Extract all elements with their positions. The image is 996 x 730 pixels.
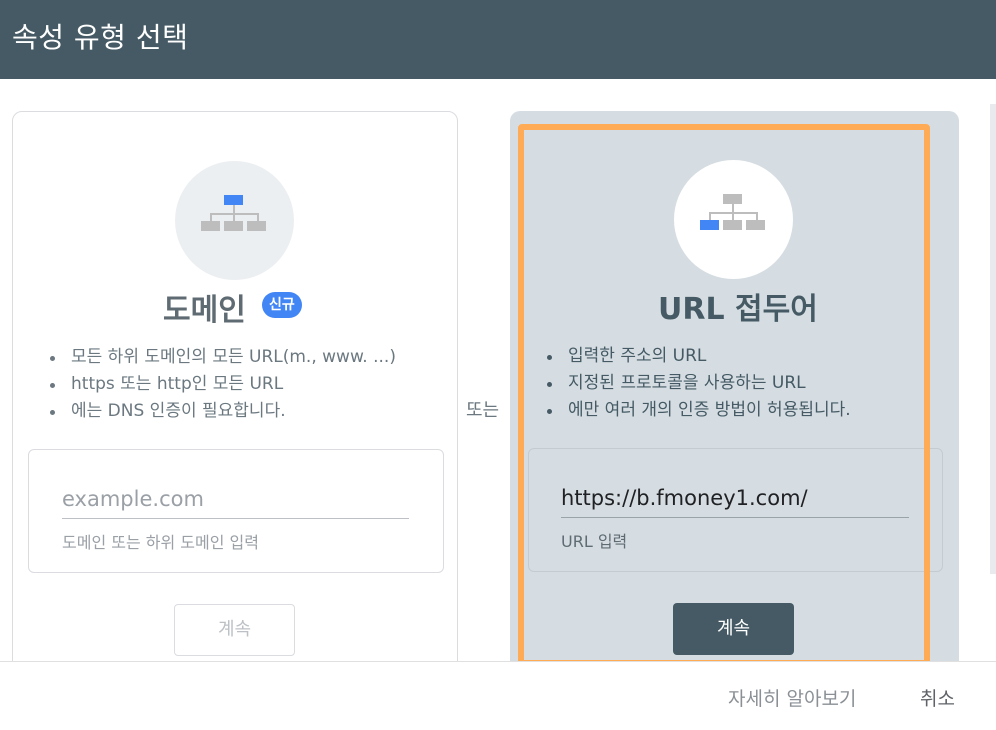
url-continue-button[interactable]: 계속 <box>673 603 794 655</box>
dialog-footer: 자세히 알아보기 취소 <box>0 661 996 730</box>
scrollbar[interactable] <box>990 104 996 574</box>
sitemap-icon <box>700 194 765 230</box>
list-item: https 또는 http인 모든 URL <box>45 371 396 398</box>
sitemap-icon <box>201 195 266 231</box>
domain-input[interactable]: example.com <box>62 484 409 519</box>
domain-input-hint: 도메인 또는 하위 도메인 입력 <box>62 533 259 552</box>
domain-card-title: 도메인 <box>163 293 246 328</box>
domain-input-container: example.com 도메인 또는 하위 도메인 입력 <box>28 449 444 573</box>
list-item: 에만 여러 개의 인증 방법이 허용됩니다. <box>542 397 851 424</box>
url-card-title: URL 접두어 <box>658 292 818 327</box>
or-separator: 또는 <box>466 400 500 421</box>
url-input-container: https://b.fmoney1.com/ URL 입력 <box>528 448 943 572</box>
learn-more-link[interactable]: 자세히 알아보기 <box>728 684 856 711</box>
domain-card[interactable]: 도메인 신규 모든 하위 도메인의 모든 URL(m., www. ...) h… <box>12 111 458 691</box>
dialog-header: 속성 유형 선택 <box>0 0 996 79</box>
new-badge: 신규 <box>262 292 302 318</box>
dialog-title: 속성 유형 선택 <box>12 21 189 54</box>
list-item: 지정된 프로토콜을 사용하는 URL <box>542 370 851 397</box>
domain-icon-circle <box>175 161 294 280</box>
url-input[interactable]: https://b.fmoney1.com/ <box>561 483 909 518</box>
url-prefix-card[interactable]: URL 접두어 입력한 주소의 URL 지정된 프로토콜을 사용하는 URL 에… <box>510 111 959 691</box>
domain-feature-list: 모든 하위 도메인의 모든 URL(m., www. ...) https 또는… <box>45 344 396 425</box>
list-item: 입력한 주소의 URL <box>542 343 851 370</box>
list-item: 에는 DNS 인증이 필요합니다. <box>45 398 396 425</box>
url-icon-circle <box>674 160 793 279</box>
url-input-hint: URL 입력 <box>561 532 628 551</box>
cancel-button[interactable]: 취소 <box>920 684 955 711</box>
list-item: 모든 하위 도메인의 모든 URL(m., www. ...) <box>45 344 396 371</box>
url-feature-list: 입력한 주소의 URL 지정된 프로토콜을 사용하는 URL 에만 여러 개의 … <box>542 343 851 424</box>
domain-continue-button[interactable]: 계속 <box>174 604 295 656</box>
